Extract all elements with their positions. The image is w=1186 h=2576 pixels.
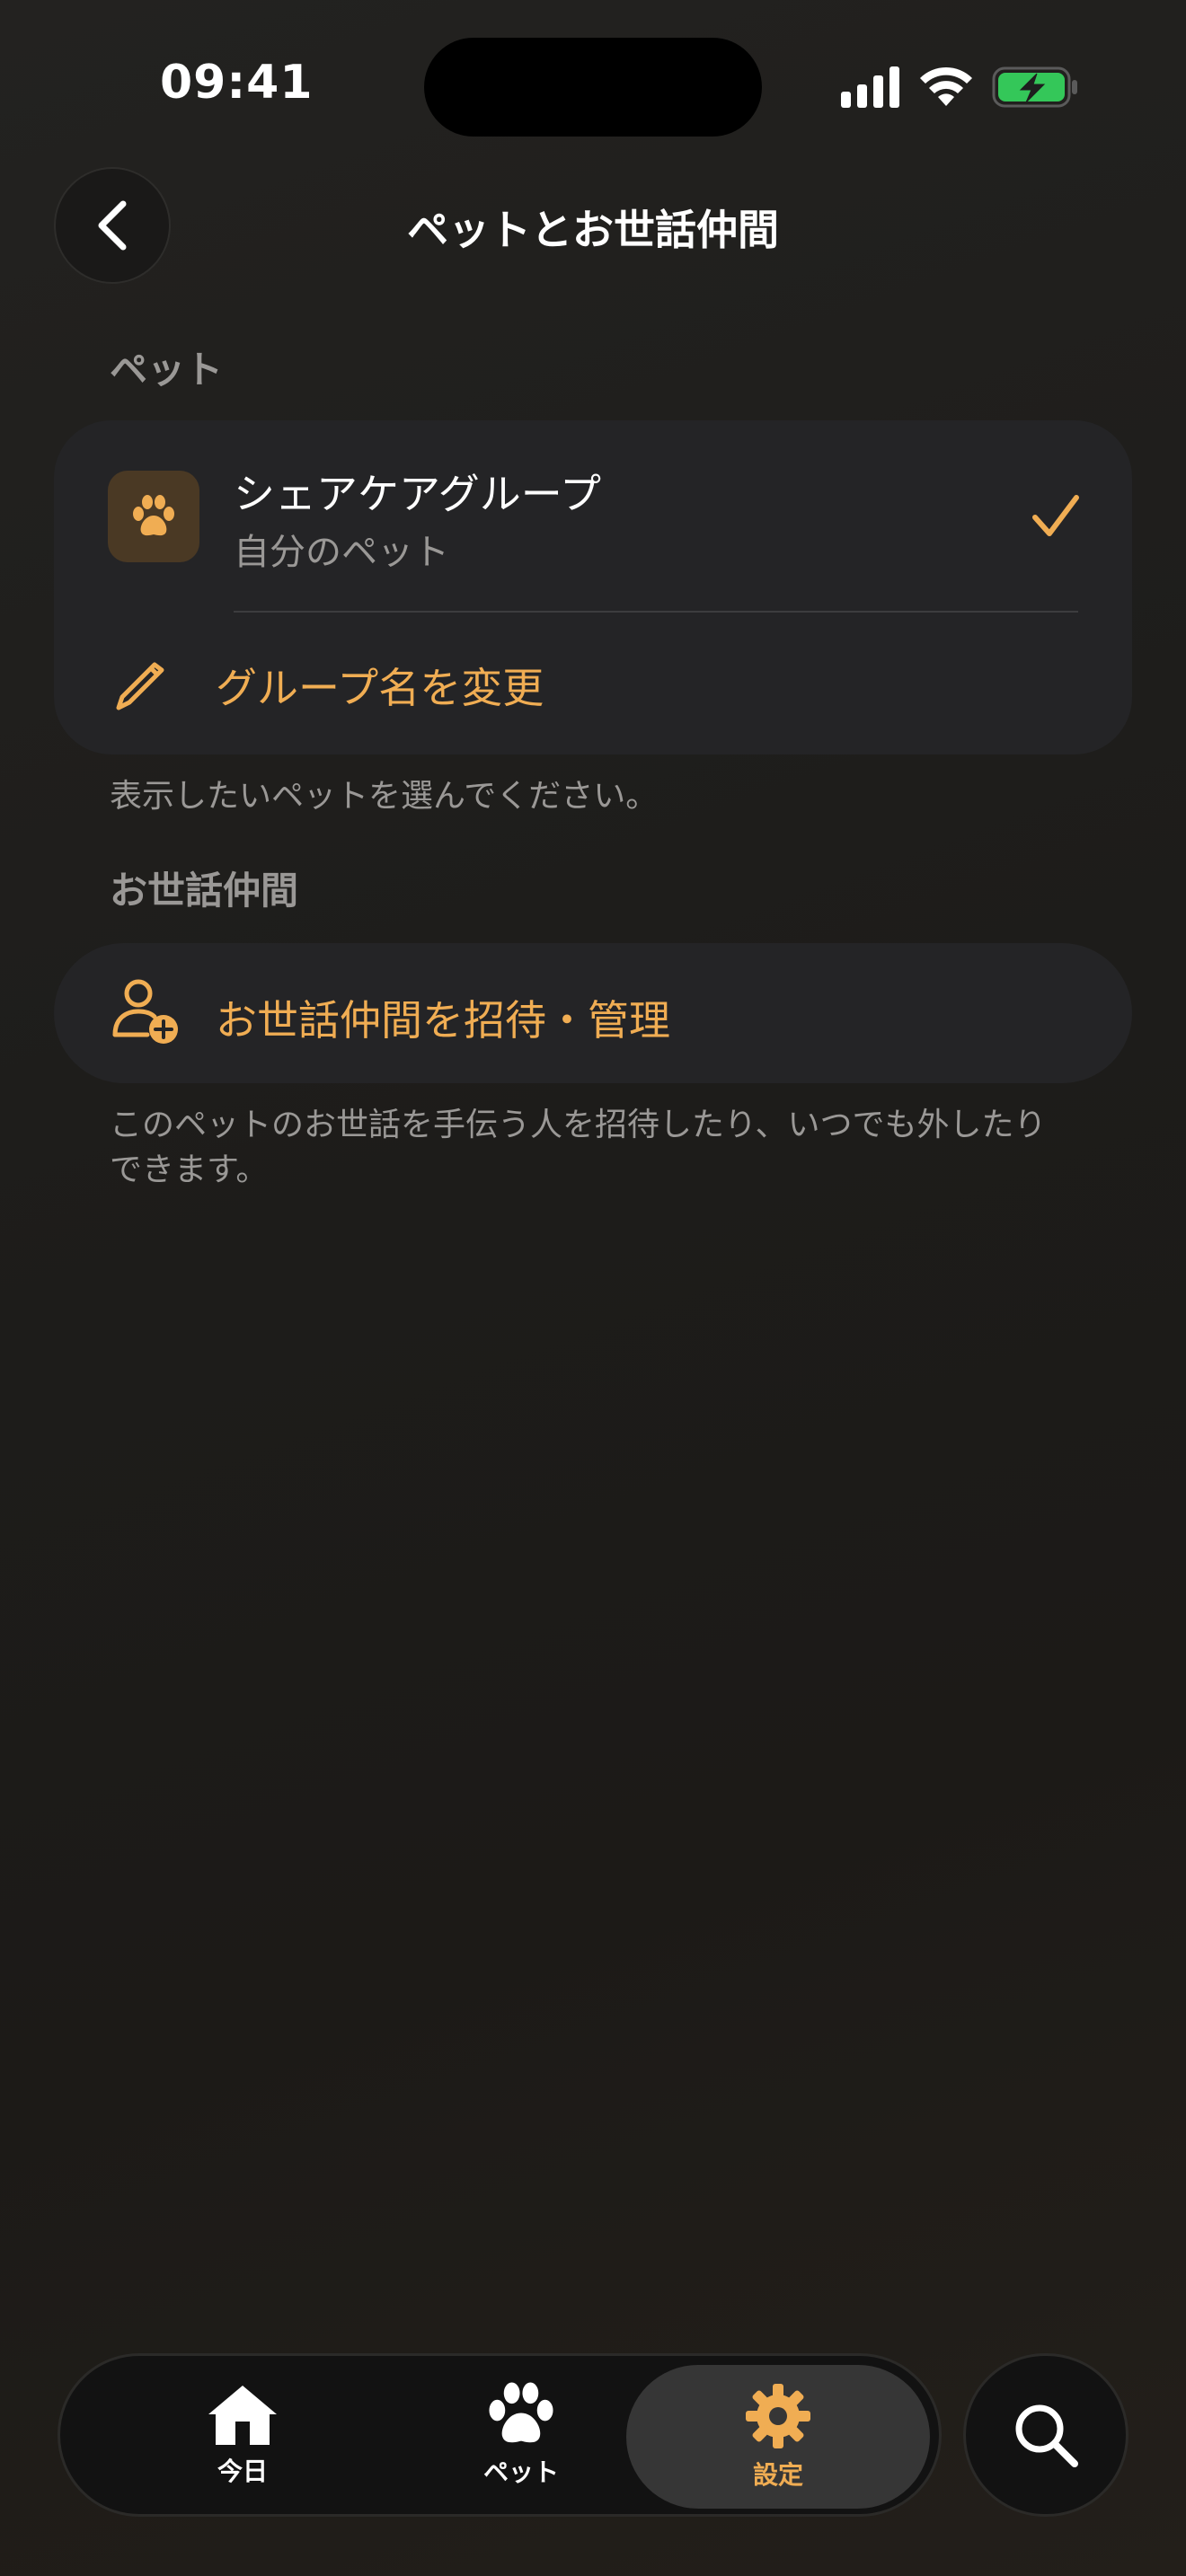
- pencil-icon: [116, 662, 164, 710]
- caregivers-helper-line2: できます。: [110, 1151, 269, 1188]
- caregivers-helper-text: このペットのお世話を手伝う人を招待したり、いつでも外したり できます。: [110, 1103, 1047, 1193]
- page-title: ペットとお世話仲間: [407, 206, 779, 254]
- pet-helper-text: 表示したいペットを選んでください。: [110, 778, 659, 815]
- tab-settings-label: 設定: [752, 2460, 803, 2490]
- paw-icon: [133, 495, 174, 536]
- pet-group-subtitle: 自分のペット: [234, 532, 449, 573]
- search-button[interactable]: [963, 2353, 1128, 2517]
- caregivers-helper-line1: このペットのお世話を手伝う人を招待したり、いつでも外したり: [110, 1107, 1047, 1143]
- caregivers-section-header: お世話仲間: [110, 869, 299, 913]
- cellular-signal-icon: [841, 66, 899, 108]
- wifi-icon: [920, 66, 972, 106]
- pet-avatar: [108, 471, 199, 562]
- row-divider: [234, 611, 1078, 613]
- pet-group-name: シェアケアグループ: [234, 470, 601, 518]
- checkmark-icon: [1032, 495, 1079, 536]
- person-add-icon: [112, 979, 178, 1044]
- rename-group-label: グループ名を変更: [216, 664, 544, 712]
- gear-icon: [746, 2384, 810, 2448]
- status-time: 09:41: [160, 56, 314, 110]
- home-icon: [208, 2386, 277, 2445]
- paw-icon: [489, 2382, 553, 2443]
- tab-pets[interactable]: ペット: [411, 2356, 632, 2514]
- tab-pets-label: ペット: [482, 2457, 559, 2487]
- search-icon: [1015, 2404, 1078, 2467]
- pet-section-header: ペット: [110, 348, 224, 392]
- tab-today[interactable]: 今日: [132, 2356, 353, 2514]
- battery-charging-icon: [992, 66, 1077, 108]
- tab-settings[interactable]: 設定: [626, 2365, 930, 2509]
- tab-today-label: 今日: [217, 2457, 268, 2486]
- invite-caregivers-label: お世話仲間を招待・管理: [216, 996, 670, 1045]
- tab-bar: 今日 ペット 設定: [58, 2353, 942, 2517]
- dynamic-island: [424, 38, 762, 137]
